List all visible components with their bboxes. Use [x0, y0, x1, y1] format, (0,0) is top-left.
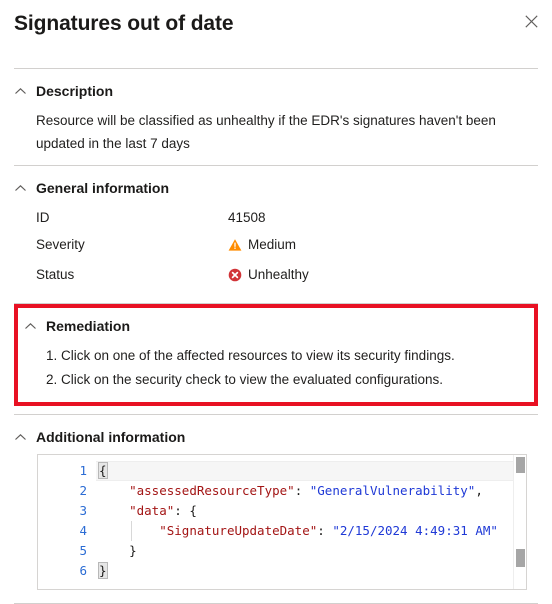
description-text: Resource will be classified as unhealthy…	[36, 113, 496, 151]
section-general-information-body: ID 41508 Severity Medium Status Unhealth…	[14, 197, 538, 293]
chevron-up-icon	[14, 182, 27, 195]
line-number: 4	[79, 523, 87, 538]
code-token-key: "SignatureUpdateDate"	[159, 523, 318, 538]
close-icon	[524, 14, 538, 28]
code-line[interactable]: "data": {	[96, 501, 526, 521]
scrollbar-thumb-bottom[interactable]	[516, 549, 525, 567]
code-token-punct: : {	[174, 503, 197, 518]
code-line[interactable]: }	[96, 541, 526, 561]
code-token-str: "GeneralVulnerability"	[309, 483, 476, 498]
info-value-id-text: 41508	[228, 210, 266, 225]
code-line[interactable]: "assessedResourceType": "GeneralVulnerab…	[96, 481, 526, 501]
code-token-punct: ,	[475, 483, 483, 498]
list-item: 1. Click on one of the affected resource…	[46, 348, 455, 363]
info-label-id: ID	[36, 210, 50, 225]
table-row: Severity Medium	[36, 233, 538, 263]
code-token-str: "2/15/2024 4:49:31 AM"	[332, 523, 498, 538]
line-number: 6	[79, 563, 87, 578]
table-row: Status Unhealthy	[36, 263, 538, 293]
warning-triangle-icon	[228, 238, 242, 252]
table-row: ID 41508	[36, 206, 538, 233]
code-line[interactable]: "SignatureUpdateDate": "2/15/2024 4:49:3…	[96, 521, 526, 541]
section-description-header[interactable]: Description	[14, 82, 538, 100]
code-token-punct: :	[294, 483, 310, 498]
line-number: 2	[79, 483, 87, 498]
editor-vertical-scrollbar[interactable]	[513, 455, 526, 589]
code-token-punct: :	[317, 523, 333, 538]
page-title: Signatures out of date	[14, 12, 234, 35]
code-token-punct: }	[99, 543, 137, 558]
section-general-information-title: General information	[36, 180, 170, 196]
info-value-status-text: Unhealthy	[248, 267, 309, 282]
line-number: 3	[79, 503, 87, 518]
section-additional-information-header[interactable]: Additional information	[14, 428, 538, 446]
code-token-brace: {	[98, 462, 108, 479]
info-label-severity: Severity	[36, 237, 85, 252]
chevron-up-icon	[24, 320, 37, 333]
info-value-id: 41508	[228, 206, 538, 233]
code-token-brace: }	[98, 562, 108, 579]
remediation-highlight-box: Remediation 1. Click on one of the affec…	[14, 304, 538, 406]
section-general-information: General information ID 41508 Severity Me…	[0, 166, 552, 303]
code-token-key: "data"	[129, 503, 175, 518]
line-number: 5	[79, 543, 87, 558]
section-remediation-title: Remediation	[46, 318, 131, 334]
code-token-key: "assessedResourceType"	[129, 483, 295, 498]
error-circle-icon	[228, 268, 242, 282]
section-description-title: Description	[36, 83, 114, 99]
editor-line-number-gutter: 1 2 3 4 5 6	[38, 455, 96, 589]
panel-header: Signatures out of date	[0, 0, 552, 68]
editor-code-area[interactable]: { "assessedResourceType": "GeneralVulner…	[96, 455, 526, 589]
indent-guide	[131, 521, 132, 541]
code-line[interactable]: }	[96, 561, 526, 581]
code-line[interactable]: {	[96, 461, 526, 481]
remediation-list: 1. Click on one of the affected resource…	[46, 344, 524, 392]
section-description-body: Resource will be classified as unhealthy…	[14, 100, 538, 155]
general-information-table: ID 41508 Severity Medium Status Unhealth…	[36, 206, 538, 293]
info-label-status: Status	[36, 267, 75, 282]
section-remediation-body: 1. Click on one of the affected resource…	[24, 335, 524, 392]
info-value-severity: Medium	[228, 233, 538, 263]
section-general-information-header[interactable]: General information	[14, 179, 538, 197]
line-number: 1	[79, 463, 87, 478]
section-remediation-header[interactable]: Remediation	[24, 317, 524, 335]
section-additional-information-title: Additional information	[36, 429, 186, 445]
json-code-editor[interactable]: 1 2 3 4 5 6 { "assessedResourceType": "Genera…	[37, 454, 527, 590]
scrollbar-thumb-top[interactable]	[516, 457, 525, 473]
section-remediation: Remediation 1. Click on one of the affec…	[18, 308, 534, 402]
chevron-up-icon	[14, 85, 27, 98]
close-button[interactable]	[518, 8, 544, 34]
section-description: Description Resource will be classified …	[0, 69, 552, 165]
list-item: 2. Click on the security check to view t…	[46, 372, 443, 387]
info-value-status: Unhealthy	[228, 263, 538, 293]
chevron-up-icon	[14, 431, 27, 444]
info-value-severity-text: Medium	[248, 237, 297, 252]
section-additional-information: Additional information 1 2 3 4 5 6 { "assesse…	[0, 415, 552, 600]
